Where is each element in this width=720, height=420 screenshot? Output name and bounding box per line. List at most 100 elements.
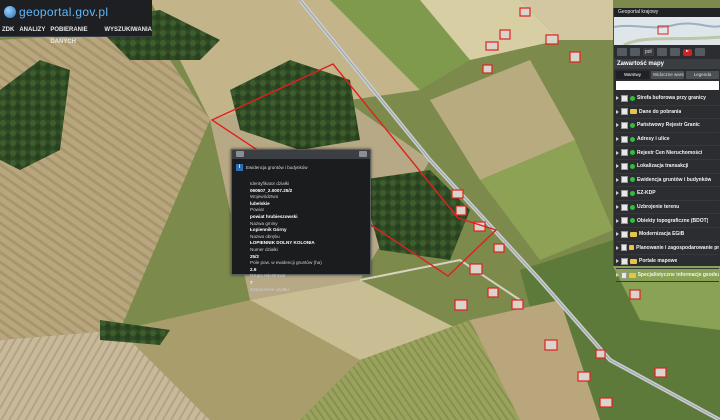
popup-collapse-icon[interactable] — [236, 151, 244, 157]
expand-arrow-icon[interactable] — [616, 232, 619, 237]
feature-info-popup: i Ewidencja gruntów i budynków Identyfik… — [231, 149, 371, 292]
layer-checkbox[interactable] — [621, 203, 628, 211]
folder-icon — [630, 258, 637, 264]
attribute-label: Województwo — [250, 194, 279, 200]
layer-item[interactable]: Ewidencja gruntów i budynków — [616, 174, 719, 188]
expand-arrow-icon[interactable] — [616, 96, 619, 101]
attribute-value: 7 — [250, 279, 253, 285]
layer-item[interactable]: Portale mapowe — [616, 255, 719, 269]
dot-icon — [630, 204, 635, 210]
layer-list: Strefa buforowa przy granicy Dane do pobr… — [614, 92, 720, 283]
layer-checkbox[interactable] — [621, 108, 628, 116]
content-tabs: Warstwy Widoczne warstwy Legenda — [614, 69, 720, 79]
layer-checkbox[interactable] — [621, 162, 628, 170]
attribute-label: Powiat — [250, 207, 264, 213]
layer-item[interactable]: Strefa buforowa przy granicy — [616, 92, 719, 106]
dot-icon — [630, 177, 635, 183]
layer-item[interactable]: Adresy i ulice — [616, 133, 719, 147]
attribute-value: 060607_2.0007.25/2 — [250, 187, 293, 193]
youtube-icon[interactable] — [682, 48, 692, 56]
layer-checkbox[interactable] — [621, 217, 628, 225]
layer-item[interactable]: Uzbrojenie terenu — [616, 201, 719, 215]
attribute-label: Pole pow. w ewidencji gruntów (ha) — [250, 260, 322, 266]
minimap-title: Geoportal krajowy — [614, 8, 720, 17]
share-icon[interactable] — [656, 48, 667, 56]
layer-item[interactable]: Modernizacja EGiB — [616, 228, 719, 242]
tab-legenda[interactable]: Legenda — [686, 71, 719, 79]
expand-arrow-icon[interactable] — [616, 259, 619, 264]
layer-search-input[interactable] — [616, 81, 719, 90]
layer-checkbox[interactable] — [621, 149, 628, 157]
layer-checkbox[interactable] — [621, 230, 628, 238]
popup-header: i Ewidencja gruntów i budynków — [236, 164, 308, 171]
layer-label: Obiekty topograficzne (BDOT) — [637, 217, 709, 224]
attribute-value: Łopiennik Górny — [250, 227, 287, 233]
menu-item-pobieranie-danych[interactable]: POBIERANIE DANYCH — [50, 24, 99, 45]
dot-icon — [630, 163, 635, 169]
layer-checkbox[interactable] — [621, 189, 628, 197]
folder-icon — [630, 231, 637, 237]
attribute-value: powiat hrubieszowski — [250, 213, 298, 219]
attribute-value: 25/2 — [250, 253, 259, 259]
geoportal-logo-icon — [4, 6, 16, 18]
zoom-out-icon[interactable] — [630, 48, 640, 56]
layer-checkbox[interactable] — [621, 257, 628, 265]
layer-checkbox[interactable] — [621, 121, 628, 129]
attribute-value: lubelskie — [250, 200, 270, 206]
expand-arrow-icon[interactable] — [616, 109, 619, 114]
help-icon[interactable] — [694, 48, 705, 56]
tab-warstwy[interactable]: Warstwy — [616, 71, 649, 79]
expand-arrow-icon[interactable] — [616, 177, 619, 182]
layer-label: Lokalizacja transakcji — [637, 163, 689, 170]
menu-item-zdk[interactable]: ZDK — [2, 24, 14, 36]
popup-title-text: Ewidencja gruntów i budynków — [246, 165, 308, 170]
language-select[interactable]: pol — [643, 48, 654, 56]
layer-item[interactable]: Państwowy Rejestr Granic — [616, 119, 719, 133]
layer-checkbox[interactable] — [621, 271, 628, 279]
dot-icon — [630, 136, 635, 142]
layer-item[interactable]: Specjalistyczne informacje geodezyjne — [616, 269, 719, 283]
main-menu: ZDK ANALIZY POBIERANIE DANYCH WYSZUKIWAN… — [0, 24, 152, 45]
layer-label: Modernizacja EGiB — [639, 231, 685, 238]
attribute-label: Nazwa obrębu — [250, 233, 280, 239]
layer-checkbox[interactable] — [621, 135, 628, 143]
overview-minimap[interactable] — [614, 17, 720, 45]
layer-checkbox[interactable] — [621, 176, 628, 184]
menu-item-analizy[interactable]: ANALIZY — [19, 24, 45, 36]
popup-close-icon[interactable] — [359, 151, 367, 157]
layer-label: Portale mapowe — [639, 258, 678, 265]
layer-item[interactable]: Lokalizacja transakcji — [616, 160, 719, 174]
layer-checkbox[interactable] — [621, 244, 627, 252]
expand-arrow-icon[interactable] — [616, 273, 619, 278]
dot-icon — [630, 190, 635, 196]
dot-icon — [630, 150, 635, 156]
content-title: Zawartość mapy — [614, 59, 720, 69]
folder-icon — [630, 109, 637, 115]
expand-arrow-icon[interactable] — [616, 205, 619, 210]
social-icon[interactable] — [669, 48, 680, 56]
layer-item[interactable]: EZ-KDP — [616, 187, 719, 201]
folder-icon — [629, 272, 636, 278]
layer-label: Uzbrojenie terenu — [637, 204, 680, 211]
zoom-in-icon[interactable] — [617, 48, 627, 56]
expand-arrow-icon[interactable] — [616, 123, 619, 128]
logo[interactable]: geoportal.gov.pl — [4, 4, 124, 20]
layer-label: Adresy i ulice — [637, 136, 670, 143]
attribute-label: Oznaczenie użytku — [250, 286, 289, 292]
tab-widoczne-warstwy[interactable]: Widoczne warstwy — [651, 71, 684, 79]
expand-arrow-icon[interactable] — [616, 245, 619, 250]
expand-arrow-icon[interactable] — [616, 164, 619, 169]
dot-icon — [630, 95, 635, 101]
layer-checkbox[interactable] — [621, 94, 628, 102]
expand-arrow-icon[interactable] — [616, 137, 619, 142]
layer-item[interactable]: Planowanie i zagospodarowanie przestrzen… — [616, 242, 719, 256]
expand-arrow-icon[interactable] — [616, 150, 619, 155]
menu-item-wyszukiwania[interactable]: WYSZUKIWANIA — [104, 24, 152, 36]
expand-arrow-icon[interactable] — [616, 191, 619, 196]
expand-arrow-icon[interactable] — [616, 218, 619, 223]
layer-item[interactable]: Rejestr Cen Nieruchomości — [616, 146, 719, 160]
dot-icon — [630, 122, 635, 128]
popup-titlebar[interactable] — [232, 150, 370, 159]
layer-item[interactable]: Obiekty topograficzne (BDOT) — [616, 214, 719, 228]
layer-item[interactable]: Dane do pobrania — [616, 106, 719, 120]
